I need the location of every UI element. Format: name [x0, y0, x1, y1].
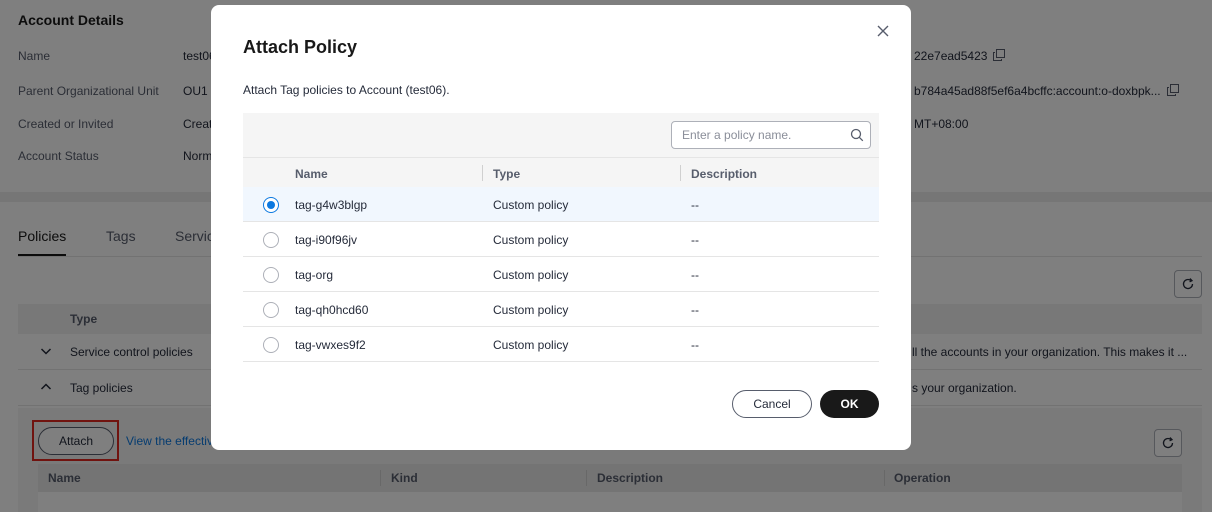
policy-name: tag-org	[295, 268, 334, 282]
policy-table: Name Type Description tag-g4w3blgp Custo…	[243, 113, 879, 362]
column-description: Description	[691, 167, 758, 181]
policy-description: --	[691, 303, 699, 317]
policy-radio[interactable]	[263, 337, 279, 353]
column-divider	[680, 165, 681, 181]
table-toolbar	[243, 113, 879, 157]
dialog-title: Attach Policy	[243, 37, 358, 57]
column-name: Name	[295, 167, 328, 181]
close-icon	[877, 25, 889, 37]
policy-type: Custom policy	[493, 233, 569, 247]
policy-description: --	[691, 338, 699, 352]
policy-radio[interactable]	[263, 232, 279, 248]
policy-row[interactable]: tag-org Custom policy --	[243, 257, 879, 292]
policy-type: Custom policy	[493, 338, 569, 352]
column-divider	[482, 165, 483, 181]
policy-type: Custom policy	[493, 198, 569, 212]
close-button[interactable]	[873, 21, 893, 41]
policy-description: --	[691, 268, 699, 282]
policy-description: --	[691, 198, 699, 212]
policy-name: tag-g4w3blgp	[295, 198, 368, 212]
policy-radio[interactable]	[263, 197, 279, 213]
policy-table-header: Name Type Description	[243, 157, 879, 187]
policy-row[interactable]: tag-vwxes9f2 Custom policy --	[243, 327, 879, 362]
policy-radio[interactable]	[263, 267, 279, 283]
policy-name: tag-vwxes9f2	[295, 338, 366, 352]
cancel-button[interactable]: Cancel	[732, 390, 812, 418]
policy-row[interactable]: tag-g4w3blgp Custom policy --	[243, 187, 879, 222]
policy-name: tag-i90f96jv	[295, 233, 358, 247]
dialog-subtitle: Attach Tag policies to Account (test06).	[243, 83, 450, 97]
search-icon[interactable]	[850, 128, 864, 145]
attach-policy-dialog: Attach Policy Attach Tag policies to Acc…	[211, 5, 911, 450]
policy-row[interactable]: tag-i90f96jv Custom policy --	[243, 222, 879, 257]
policy-row[interactable]: tag-qh0hcd60 Custom policy --	[243, 292, 879, 327]
column-type: Type	[493, 167, 521, 181]
policy-search-input[interactable]	[682, 127, 842, 143]
policy-description: --	[691, 233, 699, 247]
ok-button[interactable]: OK	[820, 390, 879, 418]
policy-name: tag-qh0hcd60	[295, 303, 369, 317]
policy-radio[interactable]	[263, 302, 279, 318]
policy-search-box[interactable]	[671, 121, 871, 149]
policy-type: Custom policy	[493, 268, 569, 282]
policy-type: Custom policy	[493, 303, 569, 317]
